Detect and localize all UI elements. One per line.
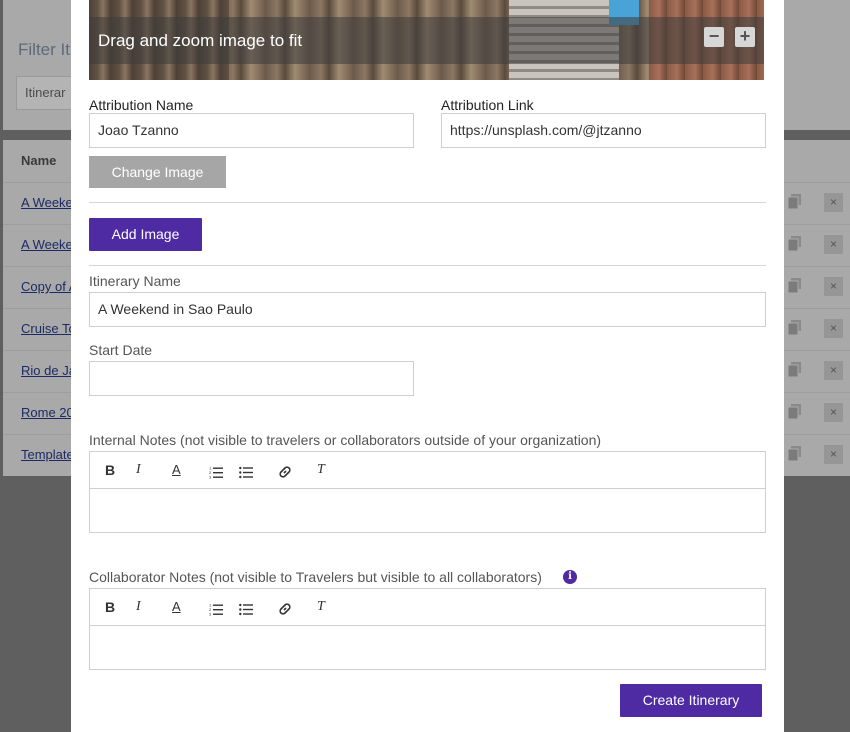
info-icon[interactable]: i (563, 570, 577, 584)
editor-toolbar: B I A 1 2 3 T (90, 452, 765, 489)
clear-format-icon[interactable]: T (317, 461, 325, 479)
ordered-list-icon[interactable]: 1 2 3 (209, 463, 223, 481)
add-image-button[interactable]: Add Image (89, 218, 202, 251)
font-color-icon[interactable]: A (172, 598, 181, 616)
editor-toolbar: B I A 1 2 3 T (90, 589, 765, 626)
zoom-out-button[interactable]: − (704, 27, 724, 47)
zoom-in-button[interactable]: + (735, 27, 755, 47)
change-image-button[interactable]: Change Image (89, 156, 226, 188)
attribution-name-field[interactable]: Joao Tzanno (89, 113, 414, 148)
copy-icon[interactable] (788, 320, 801, 335)
link-icon[interactable] (278, 600, 292, 618)
svg-text:3: 3 (209, 612, 212, 617)
copy-icon[interactable] (788, 362, 801, 377)
bullet-list-icon[interactable] (239, 600, 253, 618)
svg-text:3: 3 (209, 475, 212, 480)
close-icon[interactable]: × (824, 361, 843, 380)
copy-icon[interactable] (788, 194, 801, 209)
italic-button[interactable]: I (136, 461, 141, 479)
table-row-link[interactable]: A Weeke (21, 237, 73, 252)
copy-icon[interactable] (788, 404, 801, 419)
internal-notes-label: Internal Notes (not visible to travelers… (89, 432, 602, 448)
collaborator-notes-label: Collaborator Notes (not visible to Trave… (89, 569, 542, 585)
table-row-link[interactable]: Template (21, 447, 74, 462)
link-icon[interactable] (278, 463, 292, 481)
table-row-link[interactable]: Rome 20 (21, 405, 74, 420)
cover-image-cropper[interactable]: Drag and zoom image to fit − + (89, 0, 764, 80)
create-itinerary-modal: Drag and zoom image to fit − + Attributi… (71, 0, 784, 732)
copy-icon[interactable] (788, 236, 801, 251)
itinerary-name-field[interactable]: A Weekend in Sao Paulo (89, 292, 766, 327)
close-icon[interactable]: × (824, 445, 843, 464)
copy-icon[interactable] (788, 278, 801, 293)
section-divider (89, 265, 766, 266)
attribution-link-label: Attribution Link (441, 97, 534, 113)
close-icon[interactable]: × (824, 319, 843, 338)
close-icon[interactable]: × (824, 193, 843, 212)
itinerary-name-label: Itinerary Name (89, 273, 181, 289)
attribution-link-field[interactable]: https://unsplash.com/@jtzanno (441, 113, 766, 148)
bullet-list-icon[interactable] (239, 463, 253, 481)
image-hint-text: Drag and zoom image to fit (98, 31, 303, 50)
close-icon[interactable]: × (824, 403, 843, 422)
table-row-link[interactable]: Cruise To (21, 321, 76, 336)
bold-button[interactable]: B (105, 598, 115, 616)
internal-notes-editor[interactable]: B I A 1 2 3 T (89, 451, 766, 533)
filter-heading: Filter It (18, 40, 70, 59)
clear-format-icon[interactable]: T (317, 598, 325, 616)
table-row-link[interactable]: Rio de Ja (21, 363, 76, 378)
start-date-label: Start Date (89, 342, 153, 358)
column-header-name: Name (21, 153, 57, 168)
close-icon[interactable]: × (824, 277, 843, 296)
bold-button[interactable]: B (105, 461, 115, 479)
copy-icon[interactable] (788, 446, 801, 461)
close-icon[interactable]: × (824, 235, 843, 254)
start-date-field[interactable] (89, 361, 414, 396)
attribution-name-label: Attribution Name (89, 97, 194, 113)
table-row-link[interactable]: Copy of A (21, 279, 77, 294)
table-row-link[interactable]: A Weeke (21, 195, 73, 210)
ordered-list-icon[interactable]: 1 2 3 (209, 600, 223, 618)
section-divider (89, 202, 766, 203)
collaborator-notes-editor[interactable]: B I A 1 2 3 T (89, 588, 766, 670)
italic-button[interactable]: I (136, 598, 141, 616)
font-color-icon[interactable]: A (172, 461, 181, 479)
create-itinerary-button[interactable]: Create Itinerary (620, 684, 762, 717)
